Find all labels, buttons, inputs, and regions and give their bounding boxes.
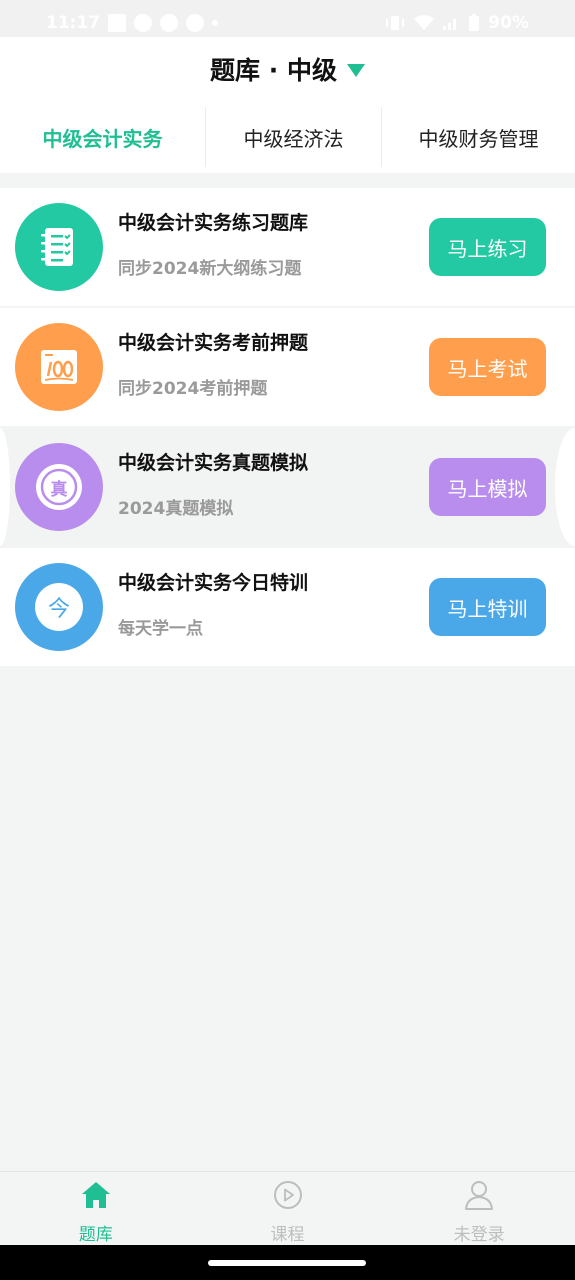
nav-item-question-bank[interactable]: 题库: [0, 1172, 192, 1245]
status-left: 11:17: [46, 13, 219, 33]
battery-icon: [469, 14, 480, 31]
item-subtitle: 同步2024考前押题: [118, 379, 268, 399]
jin-character: 今: [47, 597, 70, 622]
jin-today-icon: 今: [15, 563, 103, 651]
more-notifications-dot-icon: [212, 20, 219, 26]
vibrate-icon: [386, 16, 405, 30]
home-icon: [79, 1178, 113, 1212]
question-bank-list: 中级会计实务练习题库 同步2024新大纲练习题 马上练习 中级会计实务考前押题 …: [0, 188, 575, 668]
system-gesture-area: [0, 1245, 575, 1280]
subject-tabs: 中级会计实务 中级经济法 中级财务管理: [0, 101, 575, 173]
start-exam-button[interactable]: 马上考试: [429, 338, 546, 396]
app-notification-icon: [134, 14, 153, 32]
zhen-character: 真: [50, 479, 68, 500]
item-subtitle: 每天学一点: [118, 619, 203, 639]
nav-label: 课程: [270, 1225, 305, 1245]
list-item-daily-training[interactable]: 今 中级会计实务今日特训 每天学一点 马上特训: [0, 548, 575, 666]
item-text: 中级会计实务真题模拟 2024真题模拟: [118, 450, 308, 520]
app-screen: 11:17 90% 题库 · 中级 中级会计实务 中级经济法 中级财务管理 中级…: [0, 0, 575, 1280]
list-item-practice[interactable]: 中级会计实务练习题库 同步2024新大纲练习题 马上练习: [0, 188, 575, 306]
status-right: 90%: [384, 13, 529, 33]
item-title: 中级会计实务真题模拟: [118, 452, 309, 474]
page-title: 题库 · 中级: [210, 56, 337, 85]
item-title: 中级会计实务练习题库: [118, 212, 309, 234]
gallery-notification-icon: [108, 14, 127, 32]
user-icon: [462, 1178, 496, 1212]
tab-accounting-practice[interactable]: 中级会计实务: [0, 107, 205, 167]
item-title: 中级会计实务今日特训: [118, 572, 309, 594]
header-level-selector[interactable]: 题库 · 中级: [0, 37, 575, 101]
item-text: 中级会计实务考前押题 同步2024考前押题: [118, 330, 308, 400]
item-text: 中级会计实务练习题库 同步2024新大纲练习题: [118, 210, 308, 280]
dropdown-triangle-icon: [346, 63, 365, 77]
signal-icon: [443, 19, 457, 30]
item-text: 中级会计实务今日特训 每天学一点: [118, 570, 308, 640]
tab-financial-management[interactable]: 中级财务管理: [382, 107, 575, 167]
tab-economic-law[interactable]: 中级经济法: [206, 107, 381, 167]
start-practice-button[interactable]: 马上练习: [429, 218, 546, 276]
list-item-simulation[interactable]: 真 中级会计实务真题模拟 2024真题模拟 马上模拟: [0, 428, 575, 546]
start-training-button[interactable]: 马上特训: [429, 578, 546, 636]
checklist-icon: [15, 203, 103, 291]
nav-item-login[interactable]: 未登录: [383, 1172, 575, 1245]
item-subtitle: 2024真题模拟: [118, 499, 234, 519]
gesture-handle[interactable]: [208, 1260, 366, 1266]
wifi-icon: [414, 15, 435, 30]
item-title: 中级会计实务考前押题: [118, 332, 309, 354]
app-notification-icon-3: [186, 14, 205, 32]
nav-label: 未登录: [453, 1225, 505, 1245]
list-item-exam[interactable]: 中级会计实务考前押题 同步2024考前押题 马上考试: [0, 308, 575, 426]
score-100-icon: [15, 323, 103, 411]
nav-label: 题库: [78, 1225, 113, 1245]
zhen-seal-icon: 真: [15, 443, 103, 531]
status-time: 11:17: [46, 13, 101, 33]
battery-percent: 90%: [488, 13, 529, 33]
item-subtitle: 同步2024新大纲练习题: [118, 259, 302, 279]
app-notification-icon-2: [160, 14, 179, 32]
nav-item-courses[interactable]: 课程: [192, 1172, 384, 1245]
start-simulation-button[interactable]: 马上模拟: [429, 458, 546, 516]
bottom-nav: 题库 课程 未登录: [0, 1171, 575, 1245]
play-circle-icon: [271, 1178, 305, 1212]
